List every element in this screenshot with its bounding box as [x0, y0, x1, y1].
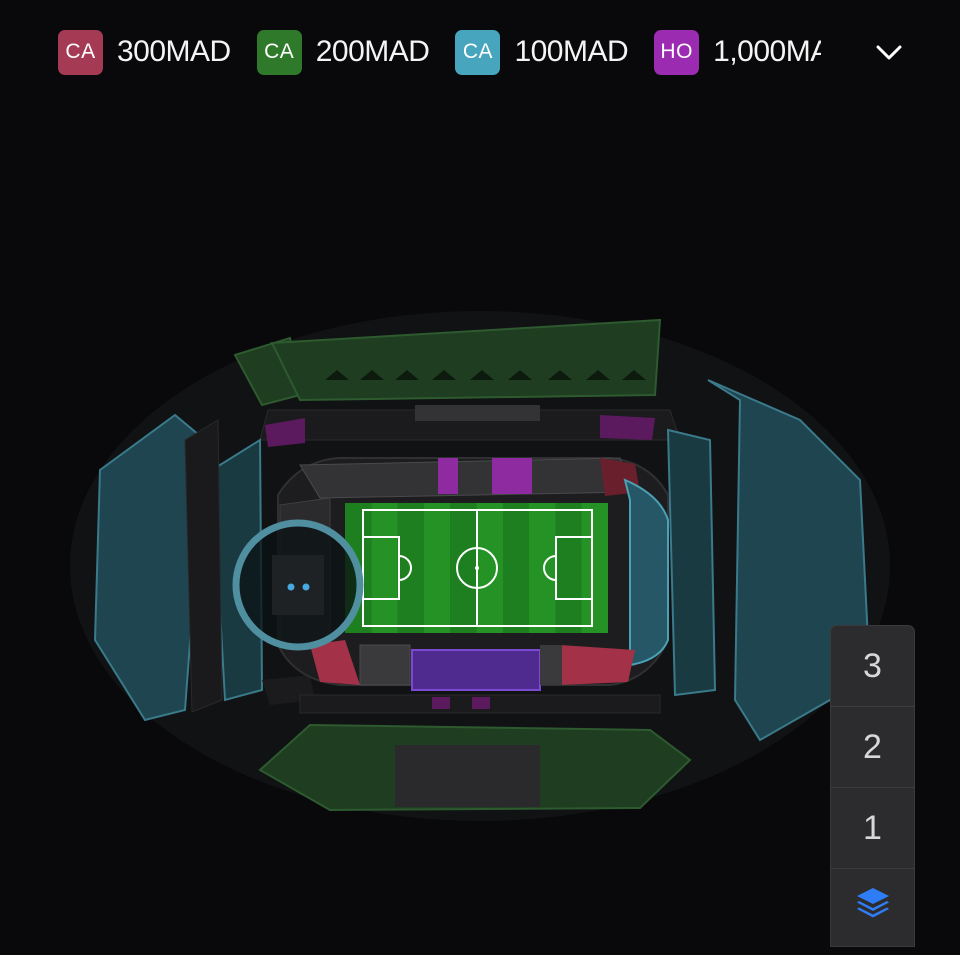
level-selector: 3 2 1: [831, 626, 914, 946]
level-3-button[interactable]: 3: [831, 626, 914, 707]
selected-section-marker[interactable]: [232, 519, 364, 651]
legend-item-category-300[interactable]: CA 300MAD: [58, 29, 231, 75]
legend-item-hospitality[interactable]: HO 1,000MAD: [654, 29, 821, 75]
layers-button[interactable]: [831, 869, 914, 955]
legend-item-category-200[interactable]: CA 200MAD: [256, 29, 430, 75]
category-badge: CA: [58, 29, 103, 75]
level-2-button[interactable]: 2: [831, 707, 914, 788]
legend-item-category-100[interactable]: CA 100MAD: [455, 29, 629, 75]
football-pitch: [345, 503, 608, 633]
category-price: 100MAD: [514, 35, 629, 68]
category-badge: CA: [455, 29, 501, 75]
price-legend: CA 300MAD CA 200MAD CA 100MAD HO 1,000MA…: [58, 28, 918, 76]
level-1-button[interactable]: 1: [831, 788, 914, 869]
layers-icon: [856, 888, 889, 918]
stadium-seat-map[interactable]: [0, 0, 960, 932]
category-price: 1,000MAD: [713, 35, 822, 68]
category-badge: CA: [256, 29, 302, 75]
category-price: 200MAD: [315, 35, 430, 68]
chevron-down-icon[interactable]: [874, 38, 904, 66]
category-price: 300MAD: [117, 35, 231, 68]
upper-north-stand[interactable]: [233, 318, 662, 407]
category-badge: HO: [654, 29, 700, 75]
